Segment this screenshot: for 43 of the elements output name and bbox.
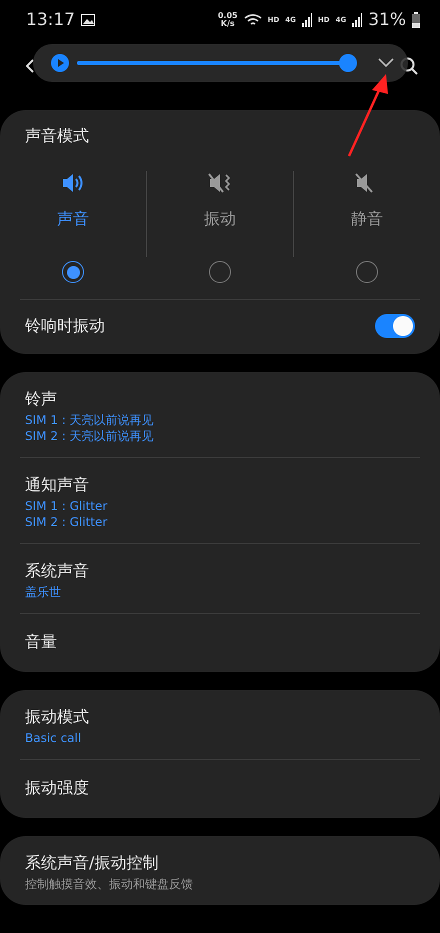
- settings-item[interactable]: 音量: [20, 613, 420, 672]
- item-title: 铃声: [25, 388, 58, 410]
- item-value: 盖乐世: [25, 584, 62, 600]
- item-value: SIM 2 : 天亮以前说再见: [25, 428, 155, 444]
- item-title: 振动强度: [25, 777, 90, 799]
- item-title: 振动模式: [25, 706, 90, 728]
- settings-item[interactable]: 系统声音/振动控制 控制触摸音效、振动和键盘反馈: [20, 836, 420, 905]
- radio-button[interactable]: [62, 261, 84, 283]
- back-icon[interactable]: [26, 59, 34, 73]
- item-title: 系统声音: [25, 560, 90, 582]
- settings-item[interactable]: 系统声音 盖乐世: [20, 543, 420, 613]
- item-value: SIM 1 : 天亮以前说再见: [25, 412, 155, 428]
- mode-label: 静音: [351, 209, 383, 230]
- network-speed: 0.05 K/s: [218, 12, 238, 28]
- mode-label: 声音: [57, 209, 89, 230]
- wifi-icon: [244, 13, 262, 27]
- toggle-switch[interactable]: [375, 314, 415, 338]
- battery-icon: [412, 12, 420, 28]
- radio-button[interactable]: [209, 261, 231, 283]
- signal-icon: [352, 13, 362, 27]
- item-value: SIM 1 : Glitter: [25, 498, 108, 514]
- speaker-vibrate-off-icon: [207, 171, 233, 195]
- item-title: 系统声音/振动控制: [25, 852, 160, 874]
- item-description: 控制触摸音效、振动和键盘反馈: [25, 876, 194, 892]
- chevron-icon[interactable]: [378, 58, 394, 68]
- item-value: SIM 2 : Glitter: [25, 514, 108, 530]
- image-icon: [81, 14, 95, 26]
- settings-item[interactable]: 振动强度: [20, 759, 420, 818]
- item-value: Basic call: [25, 730, 82, 746]
- radio-button[interactable]: [356, 261, 378, 283]
- setting-label: 铃响时振动: [25, 316, 105, 336]
- item-title: 通知声音: [25, 474, 90, 496]
- settings-item[interactable]: 铃声 SIM 1 : 天亮以前说再见 SIM 2 : 天亮以前说再见: [20, 372, 420, 457]
- settings-item[interactable]: 通知声音 SIM 1 : Glitter SIM 2 : Glitter: [20, 457, 420, 543]
- battery-percent: 31%: [368, 10, 406, 30]
- play-icon[interactable]: [51, 54, 69, 72]
- status-time: 13:17: [26, 10, 75, 30]
- mode-label: 振动: [204, 209, 236, 230]
- settings-item[interactable]: 振动模式 Basic call: [20, 690, 420, 759]
- section-title: 声音模式: [24, 125, 90, 147]
- signal-icon: [302, 13, 312, 27]
- item-title: 音量: [25, 631, 58, 653]
- slider-thumb[interactable]: [338, 54, 357, 72]
